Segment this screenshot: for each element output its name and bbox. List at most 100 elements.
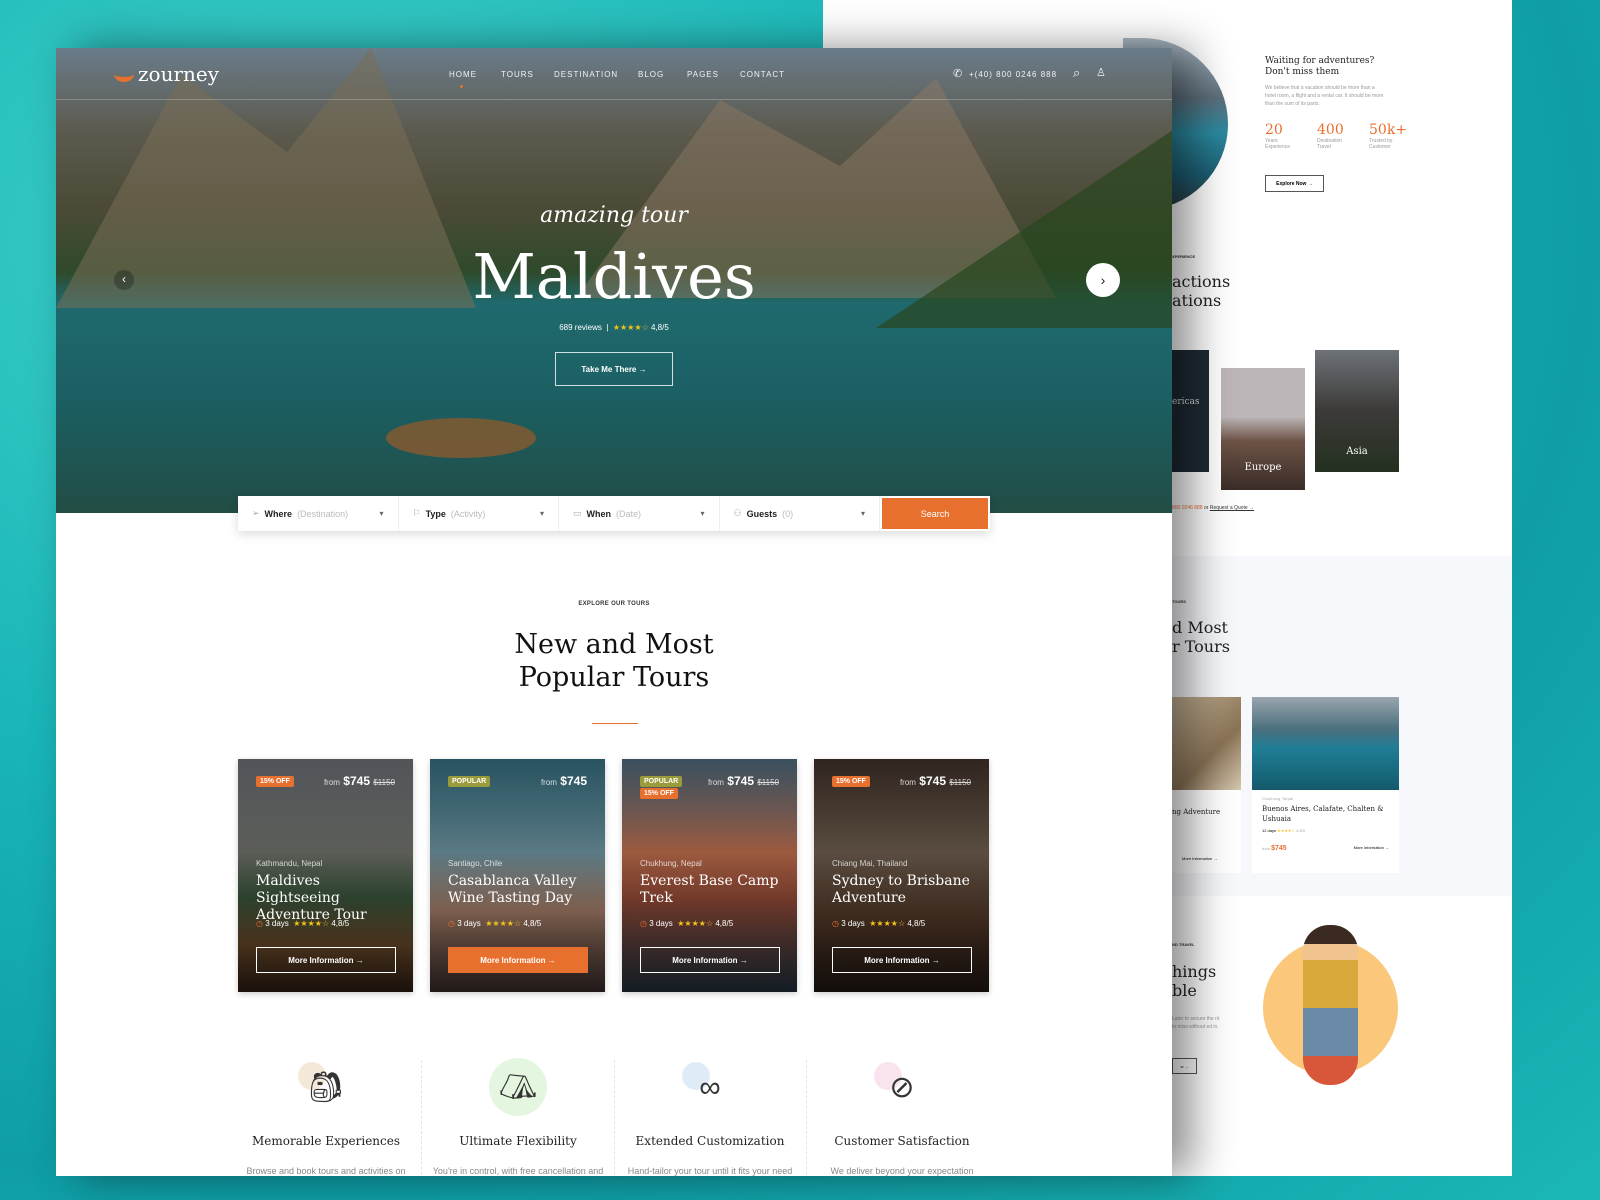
stat: 400 Destination Travel	[1317, 122, 1344, 150]
nav-home[interactable]: HOME	[449, 70, 477, 79]
chevron-down-icon: ▾	[379, 509, 384, 518]
search-button[interactable]: Search	[882, 498, 988, 529]
tours-eyebrow: EXPLORE OUR TOURS	[578, 601, 650, 607]
tour-price: from $745 $1150	[323, 774, 395, 788]
tour-card[interactable]: 15% OFF from $745 $1150 Chiang Mai, Thai…	[814, 759, 989, 992]
nav-blog[interactable]: BLOG	[638, 70, 664, 79]
take-me-there-button[interactable]: Take Me There →	[555, 352, 673, 386]
more-information-link[interactable]: More Information →	[1182, 856, 1241, 861]
tours-title: d Most r Tours	[1172, 618, 1230, 656]
nav-destination[interactable]: DESTINATION	[554, 70, 618, 79]
divider	[421, 1060, 422, 1176]
clock-icon: ◷	[832, 919, 839, 928]
traveler-figure	[1303, 925, 1358, 1085]
chevron-down-icon: ▾	[860, 509, 865, 518]
tour-meta: ◷ 3 days ★★★★☆ 4,8/5	[640, 919, 734, 928]
logo-icon	[114, 66, 134, 82]
nav-pages[interactable]: PAGES	[687, 70, 719, 79]
tour-price: from $745	[540, 774, 587, 788]
things-eyebrow: ND TRAVEL	[1172, 942, 1195, 947]
boat	[386, 418, 536, 458]
clock-icon: ◷	[256, 919, 263, 928]
tour-meta: ◷ 3 days ★★★★☆ 4,8/5	[448, 919, 542, 928]
popular-badge: POPULAR	[448, 776, 491, 787]
things-text: Later to secure the nt to miss without e…	[1172, 1016, 1220, 1030]
hero-title: Maldives	[472, 240, 756, 313]
users-icon: ⚇	[733, 508, 742, 518]
tent-icon: ⛺︎	[498, 1071, 538, 1104]
region-card-asia[interactable]: Asia	[1315, 350, 1399, 472]
prev-slide-button[interactable]: ‹	[114, 270, 134, 290]
about-text: We believe that a vacation should be mor…	[1265, 85, 1384, 107]
nav-contact[interactable]: CONTACT	[740, 70, 785, 79]
tour-card[interactable]: Chukhung, Nepal Buenos Aires, Calafate, …	[1252, 697, 1399, 873]
chevron-down-icon: ▾	[700, 509, 705, 518]
tours-eyebrow: TOURS	[1172, 599, 1186, 604]
tour-location: Santiago, Chile	[448, 859, 503, 868]
tour-meta: ◷ 3 days ★★★★☆ 4,8/5	[832, 919, 926, 928]
next-slide-button[interactable]: ›	[1086, 263, 1120, 297]
feature-memorable-experiences: 🎒︎ Memorable Experiences Browse and book …	[231, 1058, 421, 1176]
explore-now-button[interactable]: Explore Now →	[1265, 175, 1324, 192]
tour-title: Sydney to Brisbane Adventure	[832, 873, 970, 906]
feature-extended-customization: ∞ Extended Customization Hand-tailor your…	[615, 1058, 805, 1176]
more-information-link[interactable]: More Information →	[1354, 845, 1389, 852]
tour-title: Everest Base Camp Trek	[640, 873, 779, 906]
discount-badge: 15% OFF	[256, 776, 294, 787]
region-card-americas[interactable]: ericas	[1172, 350, 1209, 472]
nav-tours[interactable]: TOURS	[501, 70, 534, 79]
binoculars-icon: ∞	[699, 1071, 721, 1104]
phone-number[interactable]: +(40) 800 0246 888	[969, 70, 1057, 79]
attractions-contact: 800 0246 888 or Request a Quote →	[1172, 505, 1255, 511]
things-button[interactable]: w →	[1172, 1058, 1197, 1074]
discount-badge: 15% OFF	[640, 788, 678, 799]
where-field[interactable]: ➢ Where (Destination) ▾	[238, 496, 399, 531]
attractions-title: actions ations	[1172, 272, 1231, 310]
tour-price: from $745 $1150	[707, 774, 779, 788]
tour-title: Maldives Sightseeing Adventure Tour	[256, 873, 367, 923]
more-information-button[interactable]: More Information →	[448, 947, 588, 973]
tour-card[interactable]: POPULAR 15% OFF from $745 $1150 Chukhung…	[622, 759, 797, 992]
user-icon[interactable]: ♙	[1096, 66, 1107, 79]
more-information-button[interactable]: More Information →	[256, 947, 396, 973]
region-card-europe[interactable]: Europe	[1221, 368, 1305, 490]
request-quote-link[interactable]: Request a Quote →	[1210, 505, 1254, 511]
main-page-preview: zourney HOME TOURS DESTINATION BLOG PAGE…	[56, 48, 1172, 1176]
stat: 50k+ Trusted by Customer	[1369, 122, 1408, 150]
hero-script-text: amazing tour	[540, 203, 688, 228]
title-underline	[592, 723, 638, 724]
tour-price: from $745 $1150	[899, 774, 971, 788]
compass-icon: ⊘	[889, 1071, 915, 1104]
location-arrow-icon: ➢	[252, 508, 260, 518]
more-information-button[interactable]: More Information →	[832, 947, 972, 973]
flag-icon: ⚐	[412, 508, 421, 518]
logo[interactable]: zourney	[114, 62, 219, 86]
about-title: Waiting for adventures? Don't miss them	[1265, 56, 1375, 77]
tours-title: New and Most Popular Tours	[514, 629, 714, 693]
more-information-button[interactable]: More Information →	[640, 947, 780, 973]
hero-rating: 689 reviews | ★★★★☆ 4,8/5	[559, 323, 669, 332]
search-icon[interactable]: ⌕	[1073, 65, 1081, 81]
things-title: hings ble	[1172, 962, 1217, 1000]
tour-card[interactable]: 15% OFF from $745 $1150 Kathmandu, Nepal…	[238, 759, 413, 992]
tour-location: Chiang Mai, Thailand	[832, 859, 908, 868]
guests-field[interactable]: ⚇ Guests (0) ▾	[720, 496, 880, 531]
tour-title: Casablanca Valley Wine Tasting Day	[448, 873, 577, 906]
active-indicator	[460, 85, 463, 88]
calendar-icon: ▭	[573, 508, 582, 518]
tour-card[interactable]: ng Adventure More Information →	[1172, 697, 1241, 873]
feature-customer-satisfaction: ⊘ Customer Satisfaction We deliver beyond…	[807, 1058, 997, 1176]
hero-section: zourney HOME TOURS DESTINATION BLOG PAGE…	[56, 48, 1172, 513]
tour-card[interactable]: POPULAR from $745 Santiago, Chile Casabl…	[430, 759, 605, 992]
popular-badge: POPULAR	[640, 776, 683, 787]
type-field[interactable]: ⚐ Type (Activity) ▾	[399, 496, 559, 531]
stat: 20 Years Experience	[1265, 122, 1291, 150]
discount-badge: 15% OFF	[832, 776, 870, 787]
phone-icon: ✆	[953, 68, 964, 80]
when-field[interactable]: ▭ When (Date) ▾	[559, 496, 720, 531]
feature-ultimate-flexibility: ⛺︎ Ultimate Flexibility You're in control…	[423, 1058, 613, 1176]
nav-divider	[56, 99, 1172, 100]
about-stats: 20 Years Experience 400 Destination Travel…	[1265, 122, 1407, 150]
clock-icon: ◷	[640, 919, 647, 928]
tour-location: Kathmandu, Nepal	[256, 859, 323, 868]
